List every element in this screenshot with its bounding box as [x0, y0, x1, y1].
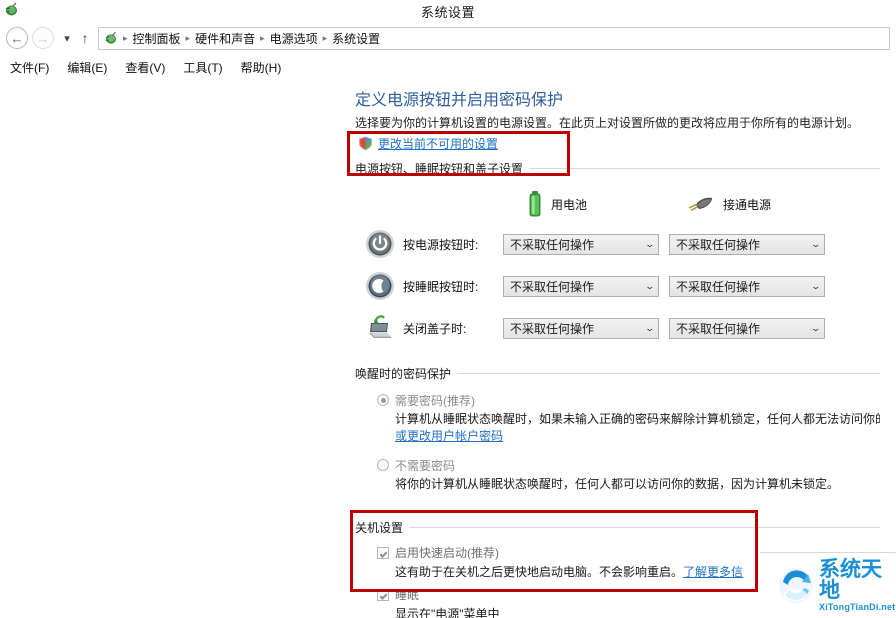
uac-change-settings-link-row[interactable]: 更改当前不可用的设置 [358, 135, 896, 152]
dropdown-power-button-plugged[interactable]: 不采取任何操作 ⌄ [669, 233, 825, 255]
column-headers: 用电池 接通电源 [355, 191, 896, 217]
table-row: 关闭盖子时: 不采取任何操作 ⌄ 不采取任何操作 ⌄ [355, 307, 896, 349]
page-subtitle: 选择要为你的计算机设置的电源设置。在此页上对设置所做的更改将应用于你所有的电源计… [355, 116, 860, 130]
row-label-sleep-button: 按睡眠按钮时: [403, 279, 479, 294]
row-label-power-button: 按电源按钮时: [403, 237, 479, 252]
chevron-down-icon: ⌄ [644, 238, 656, 249]
page-title: 定义电源按钮并启用密码保护 [355, 92, 564, 109]
breadcrumb-separator: ▸ [185, 32, 191, 43]
menu-view[interactable]: 查看(V) [123, 57, 175, 78]
shield-icon [358, 136, 373, 151]
checkbox-sleep-label: 睡眠 [395, 588, 420, 602]
watermark-domain: XiTongTianDi.net [819, 601, 896, 612]
dropdown-value: 不采取任何操作 [510, 321, 595, 336]
row-label-close-lid: 关闭盖子时: [403, 321, 467, 336]
dropdown-value: 不采取任何操作 [510, 237, 595, 252]
column-battery: 用电池 [505, 191, 671, 217]
menu-file[interactable]: 文件(F) [8, 57, 59, 78]
divider [529, 168, 896, 169]
breadcrumb-power-options[interactable]: 电源选项 [267, 30, 321, 47]
column-battery-label: 用电池 [551, 197, 588, 212]
breadcrumb-separator: ▸ [123, 32, 128, 43]
breadcrumb-hardware-sound[interactable]: 硬件和声音 [192, 30, 258, 47]
menu-edit[interactable]: 编辑(E) [65, 57, 117, 78]
menu-help[interactable]: 帮助(H) [239, 57, 292, 78]
group-header-label: 关机设置 [355, 521, 404, 535]
breadcrumb-separator: ▸ [322, 32, 328, 43]
chevron-down-icon[interactable]: ▾ [58, 27, 76, 49]
dropdown-power-button-battery[interactable]: 不采取任何操作 ⌄ [503, 233, 659, 255]
radio-password-not-required-label: 不需要密码 [395, 459, 456, 473]
content-area: 定义电源按钮并启用密码保护 选择要为你的计算机设置的电源设置。在此页上对设置所做… [0, 78, 896, 618]
dropdown-value: 不采取任何操作 [676, 237, 761, 252]
navigation-bar: ← → ▾ ↑ ▸ 控制面板 ▸ 硬件和声音 ▸ 电源选项 ▸ 系统设置 [0, 20, 896, 56]
content-clip-mask [880, 88, 896, 548]
power-buttons-group-header: 电源按钮、睡眠按钮和盖子设置 [355, 160, 896, 177]
radio-password-not-required[interactable] [377, 459, 389, 471]
password-required-option[interactable]: 需要密码(推荐) 计算机从睡眠状态唤醒时，如果未输入正确的密码来解除计算机锁定，… [377, 392, 896, 445]
password-not-required-description: 将你的计算机从睡眠状态唤醒时，任何人都可以访问你的数据，因为计算机未锁定。 [395, 477, 840, 491]
back-button[interactable]: ← [6, 27, 28, 49]
column-plugged-in: 接通电源 [671, 191, 837, 217]
password-protection-group: 唤醒时的密码保护 需要密码(推荐) 计算机从睡眠状态唤醒时，如果未输入正确的密码… [355, 365, 896, 493]
window-title: 系统设置 [420, 5, 475, 20]
divider [409, 527, 896, 528]
power-plug-icon [103, 30, 119, 46]
dropdown-value: 不采取任何操作 [676, 279, 761, 294]
chevron-down-icon: ⌄ [810, 322, 822, 333]
power-buttons-group: 电源按钮、睡眠按钮和盖子设置 用电池 接通电源 按电源按钮时: 不采取任何操作 … [355, 160, 896, 349]
radio-password-required[interactable] [377, 394, 389, 406]
password-required-description-text: 计算机从睡眠状态唤醒时，如果未输入正确的密码来解除计算机锁定，任何人都无法访问你… [395, 412, 896, 426]
dropdown-value: 不采取任何操作 [510, 279, 595, 294]
table-row: 按电源按钮时: 不采取任何操作 ⌄ 不采取任何操作 ⌄ [355, 223, 896, 265]
group-header-label: 唤醒时的密码保护 [355, 367, 452, 381]
chevron-down-icon: ⌄ [644, 322, 656, 333]
dropdown-sleep-button-plugged[interactable]: 不采取任何操作 ⌄ [669, 275, 825, 297]
power-button-icon [365, 229, 395, 259]
table-row: 按睡眠按钮时: 不采取任何操作 ⌄ 不采取任何操作 ⌄ [355, 265, 896, 307]
breadcrumb-control-panel[interactable]: 控制面板 [130, 30, 184, 47]
breadcrumb-separator: ▸ [260, 32, 265, 43]
checkbox-sleep[interactable] [377, 588, 389, 601]
chevron-down-icon: ⌄ [644, 280, 656, 291]
title-bar: 系统设置 [0, 0, 896, 20]
chevron-down-icon: ⌄ [810, 280, 822, 291]
group-header-label: 电源按钮、睡眠按钮和盖子设置 [355, 162, 524, 176]
checkbox-fast-startup-label: 启用快速启动(推荐) [395, 546, 499, 560]
menu-tools[interactable]: 工具(T) [181, 57, 232, 78]
fast-startup-description-text: 这有助于在关机之后更快地启动电脑。不会影响重启。 [395, 565, 684, 579]
chevron-down-icon: ⌄ [810, 238, 822, 249]
password-protection-group-header: 唤醒时的密码保护 [355, 365, 896, 382]
laptop-lid-icon [365, 313, 395, 343]
watermark-title: 系统天地 [819, 556, 882, 602]
forward-button[interactable]: → [32, 27, 54, 49]
battery-icon [527, 191, 543, 217]
dropdown-close-lid-plugged[interactable]: 不采取任何操作 ⌄ [669, 317, 825, 339]
address-bar[interactable]: ▸ 控制面板 ▸ 硬件和声音 ▸ 电源选项 ▸ 系统设置 [98, 26, 890, 50]
uac-change-settings-link[interactable]: 更改当前不可用的设置 [378, 135, 498, 152]
dropdown-close-lid-battery[interactable]: 不采取任何操作 ⌄ [503, 317, 659, 339]
watermark-logo-icon [775, 564, 817, 606]
breadcrumb-system-settings[interactable]: 系统设置 [329, 30, 383, 47]
watermark: 系统天地 XiTongTianDi.net [775, 556, 895, 611]
dropdown-value: 不采取任何操作 [676, 321, 761, 336]
radio-password-required-label: 需要密码(推荐) [395, 394, 475, 408]
password-not-required-option[interactable]: 不需要密码 将你的计算机从睡眠状态唤醒时，任何人都可以访问你的数据，因为计算机未… [377, 457, 896, 493]
shutdown-settings-group-header: 关机设置 [355, 519, 896, 536]
power-plug-icon [685, 194, 715, 214]
divider [457, 373, 896, 374]
menu-bar: 文件(F) 编辑(E) 查看(V) 工具(T) 帮助(H) [0, 56, 896, 78]
learn-more-link[interactable]: 了解更多信 [683, 565, 743, 579]
column-plugged-in-label: 接通电源 [723, 197, 772, 212]
checkbox-fast-startup[interactable] [377, 546, 389, 559]
password-required-description: 计算机从睡眠状态唤醒时，如果未输入正确的密码来解除计算机锁定，任何人都无法访问你… [395, 411, 896, 445]
up-button[interactable]: ↑ [76, 27, 94, 49]
sleep-button-icon [365, 271, 395, 301]
dropdown-sleep-button-battery[interactable]: 不采取任何操作 ⌄ [503, 275, 659, 297]
divider [760, 552, 896, 553]
